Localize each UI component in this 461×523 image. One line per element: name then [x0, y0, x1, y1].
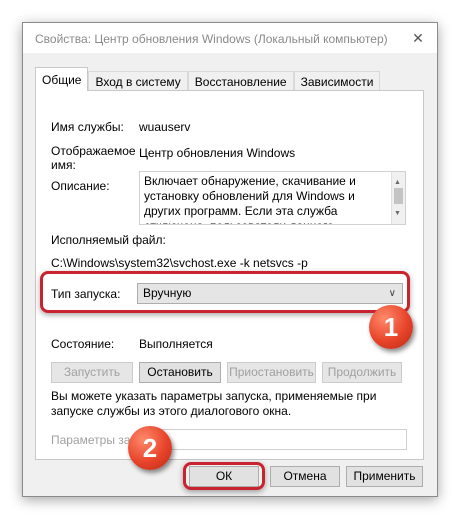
- service-name-label: Имя службы:: [51, 120, 124, 134]
- resume-button[interactable]: Продолжить: [322, 362, 402, 383]
- start-params-hint: Вы можете указать параметры запуска, при…: [51, 389, 377, 418]
- title-bar: Свойства: Центр обновления Windows (Лока…: [23, 23, 437, 53]
- display-name-label: Отображаемое имя:: [51, 144, 136, 172]
- status-label: Состояние:: [51, 337, 115, 351]
- start-button[interactable]: Запустить: [51, 362, 133, 383]
- description-scrollbar[interactable]: ▲ ▼: [391, 172, 405, 224]
- tab-dependencies[interactable]: Зависимости: [293, 71, 381, 91]
- tab-logon[interactable]: Вход в систему: [88, 71, 188, 91]
- startup-type-select[interactable]: Вручную ∨: [137, 283, 403, 304]
- general-tab-panel: Имя службы: wuauserv Отображаемое имя: Ц…: [35, 90, 424, 460]
- pause-button[interactable]: Приостановить: [227, 362, 316, 383]
- startup-type-value: Вручную: [143, 286, 192, 300]
- executable-label: Исполняемый файл:: [51, 233, 166, 247]
- scroll-thumb[interactable]: [394, 188, 403, 204]
- start-params-input[interactable]: [161, 429, 407, 450]
- window-title: Свойства: Центр обновления Windows (Лока…: [35, 32, 388, 46]
- apply-button[interactable]: Применить: [346, 466, 423, 487]
- tab-recovery[interactable]: Восстановление: [187, 71, 294, 91]
- stop-button[interactable]: Остановить: [139, 362, 221, 383]
- executable-value: C:\Windows\system32\svchost.exe -k netsv…: [51, 256, 308, 270]
- ok-button-highlight: [183, 462, 265, 490]
- startup-type-label: Тип запуска:: [51, 287, 121, 301]
- step-1-badge: 1: [369, 305, 413, 349]
- cancel-button[interactable]: Отмена: [270, 466, 340, 487]
- status-value: Выполняется: [139, 337, 213, 351]
- description-textbox[interactable]: Включает обнаружение, скачивание и устан…: [139, 171, 406, 225]
- step-2-badge: 2: [128, 426, 172, 470]
- description-text: Включает обнаружение, скачивание и устан…: [144, 174, 356, 224]
- tab-strip: Общие Вход в систему Восстановление Зави…: [35, 67, 381, 91]
- service-name-value: wuauserv: [139, 120, 191, 134]
- close-icon[interactable]: ✕: [409, 29, 427, 47]
- scroll-down-icon[interactable]: ▼: [394, 206, 401, 221]
- chevron-down-icon: ∨: [388, 288, 396, 299]
- tab-general[interactable]: Общие: [35, 67, 89, 91]
- description-label: Описание:: [51, 179, 110, 193]
- service-properties-dialog: Свойства: Центр обновления Windows (Лока…: [22, 22, 438, 497]
- display-name-value: Центр обновления Windows: [139, 146, 296, 160]
